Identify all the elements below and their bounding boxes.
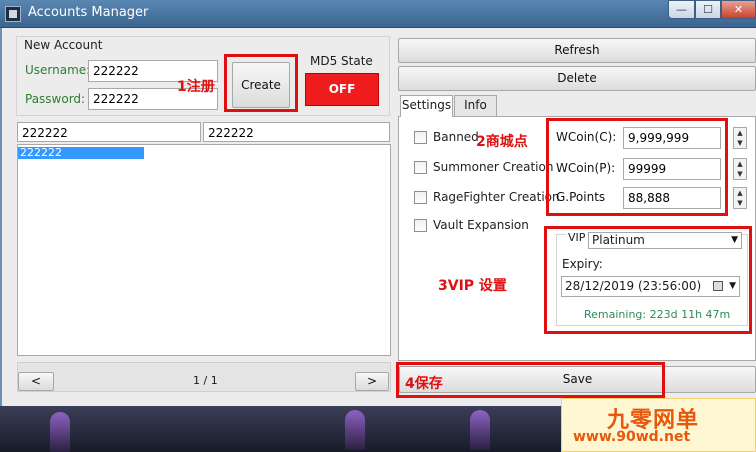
window-title: Accounts Manager [28,5,149,20]
summoner-creation-checkbox[interactable] [414,161,427,174]
gpoints-spinner[interactable]: ▲ ▼ [733,187,747,209]
account-list-item[interactable]: 222222 [18,147,144,159]
account-filter-input-left[interactable]: 222222 [17,122,201,142]
spin-down-icon[interactable]: ▼ [734,169,746,179]
tab-settings[interactable]: Settings [400,95,453,117]
vault-expansion-option[interactable]: Vault Expansion [414,218,529,232]
spin-down-icon[interactable]: ▼ [734,138,746,148]
ragefighter-creation-label: RageFighter Creation [433,190,560,204]
maximize-button[interactable]: ☐ [695,0,721,19]
delete-button[interactable]: Delete [398,66,756,91]
wcoin-c-spinner[interactable]: ▲ ▼ [733,127,747,149]
ragefighter-creation-checkbox[interactable] [414,191,427,204]
spin-up-icon[interactable]: ▲ [734,128,746,138]
app-icon [5,6,21,22]
summoner-creation-label: Summoner Creation [433,160,554,174]
wcoin-p-spinner[interactable]: ▲ ▼ [733,158,747,180]
banned-label: Banned [433,130,479,144]
annotation-step-4: 4保存 [405,376,443,392]
close-button[interactable]: ✕ [721,0,756,19]
annotation-step-2: 2商城点 [476,134,528,150]
md5-state-label: MD5 State [310,54,373,68]
spin-up-icon[interactable]: ▲ [734,188,746,198]
background-spire-decoration [470,410,490,450]
background-spire-decoration [345,410,365,450]
annotation-box-create [224,54,298,112]
annotation-box-coins [546,118,728,216]
annotation-step-3: 3VIP 设置 [438,278,507,294]
annotation-box-vip [544,226,752,334]
banned-checkbox[interactable] [414,131,427,144]
new-account-legend: New Account [24,38,103,52]
username-label: Username: [25,63,91,77]
background-spire-decoration [50,412,70,452]
minimize-button[interactable]: — [668,0,695,19]
spin-up-icon[interactable]: ▲ [734,159,746,169]
account-list[interactable] [17,144,391,356]
watermark-url: www.90wd.net [573,429,691,445]
spin-down-icon[interactable]: ▼ [734,198,746,208]
md5-state-toggle[interactable]: OFF [305,73,379,106]
annotation-step-1: 1注册 [177,79,215,95]
vault-expansion-label: Vault Expansion [433,218,529,232]
ragefighter-creation-option[interactable]: RageFighter Creation [414,190,560,204]
summoner-creation-option[interactable]: Summoner Creation [414,160,553,174]
account-filter-input-right[interactable]: 222222 [203,122,390,142]
page-indicator: 1 / 1 [193,374,218,387]
banned-option[interactable]: Banned [414,130,479,144]
vault-expansion-checkbox[interactable] [414,219,427,232]
tab-info[interactable]: Info [454,95,497,116]
refresh-button[interactable]: Refresh [398,38,756,63]
password-label: Password: [25,92,86,106]
next-page-button[interactable]: > [355,372,389,391]
prev-page-button[interactable]: < [18,372,54,391]
